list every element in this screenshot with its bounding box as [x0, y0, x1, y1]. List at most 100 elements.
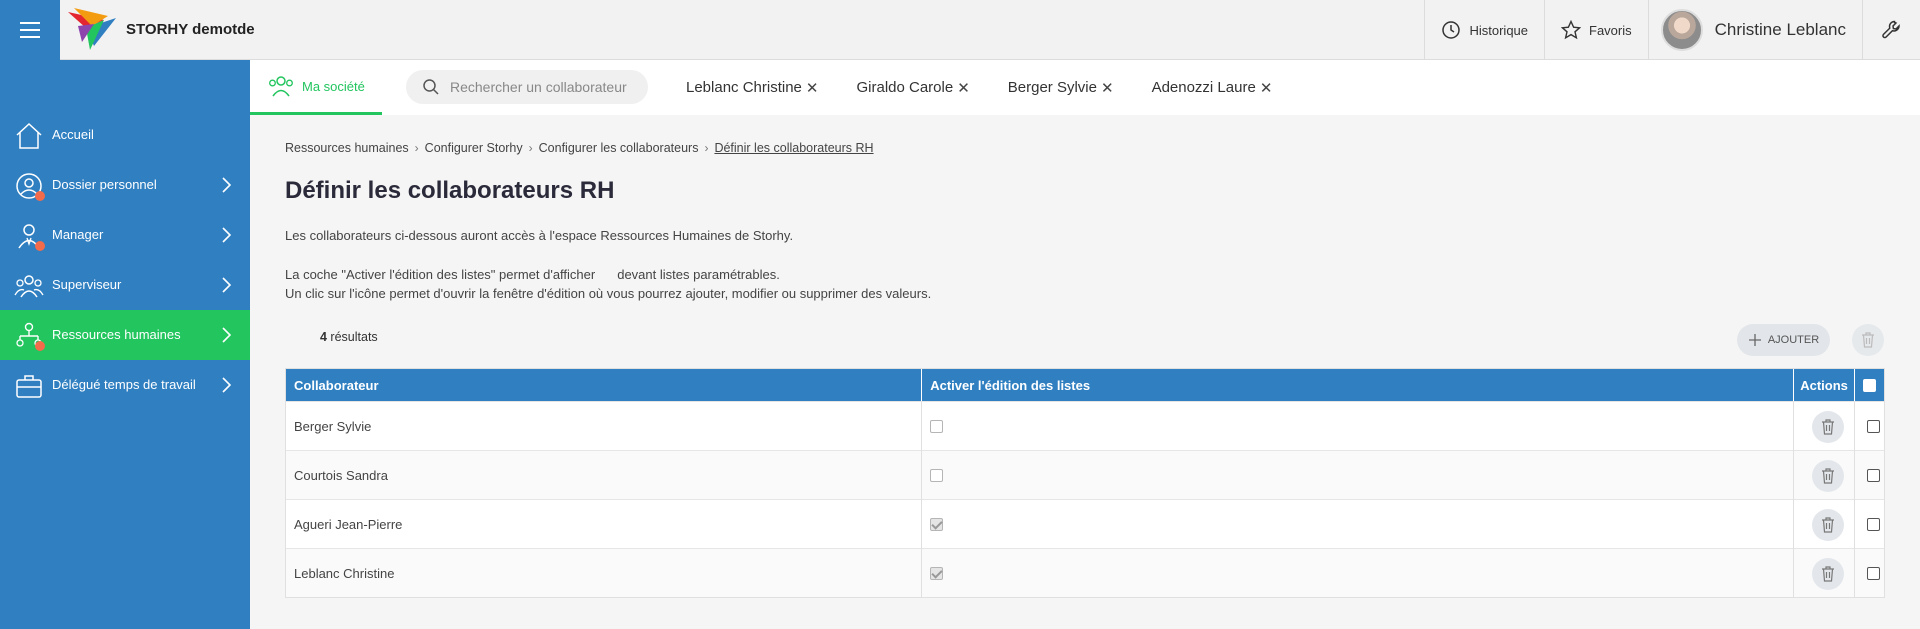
avatar — [1660, 9, 1703, 51]
results-count: 4 résultats — [320, 330, 378, 344]
table-row: Leblanc Christine — [286, 548, 1884, 598]
collaborator-chip[interactable]: Leblanc Christine ✕ — [686, 79, 818, 97]
add-button[interactable]: AJOUTER — [1737, 324, 1830, 356]
row-select-checkbox[interactable] — [1867, 518, 1881, 531]
collaborators-table: Collaborateur Activer l'édition des list… — [285, 368, 1885, 598]
delete-row-button[interactable] — [1812, 557, 1845, 590]
sidebar-item-label: Délégué temps de travail — [52, 377, 196, 392]
notification-dot — [35, 341, 45, 351]
edition-cell — [922, 500, 1795, 549]
breadcrumb-item[interactable]: Configurer Storhy — [425, 141, 523, 155]
table-row: Berger Sylvie — [286, 401, 1884, 451]
row-select-checkbox[interactable] — [1867, 420, 1881, 433]
delete-selected-button[interactable] — [1852, 324, 1884, 356]
notification-dot — [35, 191, 45, 201]
chevron-right-icon — [222, 377, 232, 393]
user-menu[interactable]: Christine Leblanc — [1647, 0, 1862, 60]
sidebar-item-delegue-temps-de-travail[interactable]: Délégué temps de travail — [0, 360, 250, 410]
collaborator-name: Leblanc Christine — [286, 549, 923, 598]
chevron-right-icon: › — [528, 141, 533, 155]
search-input[interactable] — [450, 79, 630, 95]
delete-row-button[interactable] — [1812, 459, 1845, 492]
group-icon — [14, 271, 44, 301]
select-cell — [1855, 451, 1884, 500]
favoris-button[interactable]: Favoris — [1544, 0, 1648, 60]
edition-cell — [922, 402, 1795, 451]
description-line: Les collaborateurs ci-dessous auront acc… — [285, 228, 794, 243]
briefcase-icon — [14, 371, 44, 401]
add-button-label: AJOUTER — [1767, 334, 1820, 346]
star-icon — [1561, 20, 1582, 40]
tab-ma-societe[interactable]: Ma société — [250, 60, 382, 115]
sidebar-item-label: Manager — [52, 227, 104, 242]
collaborator-chip[interactable]: Giraldo Carole ✕ — [856, 79, 969, 97]
column-header-edition: Activer l'édition des listes — [922, 369, 1795, 401]
user-name: Christine Leblanc — [1714, 20, 1846, 39]
sidebar-item-accueil[interactable]: Accueil — [0, 110, 250, 160]
delete-row-button[interactable] — [1812, 410, 1845, 443]
column-header-actions: Actions — [1794, 369, 1856, 401]
close-icon[interactable]: ✕ — [957, 79, 970, 97]
favoris-label: Favoris — [1589, 22, 1632, 38]
description-line: La coche "Activer l'édition des listes" … — [285, 267, 780, 282]
app-name: STORHY demotde — [126, 21, 255, 38]
sidebar: Accueil Dossier personnel Manager Superv… — [0, 60, 250, 629]
results-label: résultats — [326, 330, 378, 344]
historique-label: Historique — [1469, 22, 1529, 38]
column-header-select — [1855, 369, 1884, 401]
chip-label: Giraldo Carole — [856, 79, 954, 96]
storhy-logo — [68, 8, 116, 50]
edition-checkbox[interactable] — [930, 420, 944, 433]
home-icon — [14, 121, 44, 151]
table-header: Collaborateur Activer l'édition des list… — [286, 369, 1884, 401]
trash-icon — [1822, 418, 1835, 435]
sidebar-item-ressources-humaines[interactable]: Ressources humaines — [0, 310, 250, 360]
edition-cell — [922, 549, 1795, 598]
page-title: Définir les collaborateurs RH — [285, 177, 615, 204]
notification-dot — [35, 241, 45, 251]
menu-button[interactable] — [0, 0, 60, 60]
close-icon[interactable]: ✕ — [1101, 79, 1114, 97]
breadcrumb-item[interactable]: Ressources humaines — [285, 141, 409, 155]
trash-icon — [1862, 332, 1874, 348]
breadcrumb: Ressources humaines › Configurer Storhy … — [285, 141, 874, 155]
plus-icon — [1748, 334, 1761, 346]
close-icon[interactable]: ✕ — [1260, 79, 1273, 97]
search-box — [406, 70, 648, 104]
sidebar-item-superviseur[interactable]: Superviseur — [0, 260, 250, 310]
chevron-right-icon — [222, 177, 232, 193]
sidebar-item-label: Accueil — [52, 127, 94, 142]
delete-row-button[interactable] — [1812, 508, 1845, 541]
collaborator-chip[interactable]: Berger Sylvie ✕ — [1008, 79, 1114, 97]
actions-cell — [1794, 500, 1856, 549]
team-icon — [269, 76, 293, 97]
sidebar-item-dossier-personnel[interactable]: Dossier personnel — [0, 160, 250, 210]
select-all-checkbox[interactable] — [1863, 378, 1877, 392]
hamburger-icon — [20, 22, 40, 38]
chevron-right-icon — [222, 277, 232, 293]
edition-checkbox[interactable] — [930, 469, 944, 482]
historique-button[interactable]: Historique — [1424, 0, 1544, 60]
collaborator-chip[interactable]: Adenozzi Laure ✕ — [1152, 79, 1273, 97]
edition-checkbox[interactable] — [930, 567, 944, 580]
edition-checkbox[interactable] — [930, 518, 944, 531]
top-bar: STORHY demotde Historique Favoris Christ… — [0, 0, 1920, 60]
tab-ma-societe-label: Ma société — [302, 78, 365, 94]
actions-cell — [1794, 451, 1856, 500]
collaborator-name: Berger Sylvie — [286, 402, 923, 451]
sidebar-item-label: Superviseur — [52, 277, 122, 292]
row-select-checkbox[interactable] — [1867, 469, 1881, 482]
settings-button[interactable] — [1862, 0, 1920, 60]
chevron-right-icon — [222, 327, 232, 343]
breadcrumb-item[interactable]: Configurer les collaborateurs — [539, 141, 699, 155]
sidebar-item-manager[interactable]: Manager — [0, 210, 250, 260]
trash-icon — [1822, 516, 1835, 533]
main-content: Ressources humaines › Configurer Storhy … — [250, 115, 1920, 629]
row-select-checkbox[interactable] — [1867, 567, 1881, 580]
chevron-right-icon: › — [414, 141, 419, 155]
breadcrumb-current[interactable]: Définir les collaborateurs RH — [714, 141, 873, 155]
actions-cell — [1794, 402, 1856, 451]
sidebar-item-label: Dossier personnel — [52, 177, 157, 192]
close-icon[interactable]: ✕ — [806, 79, 819, 97]
chip-label: Leblanc Christine — [686, 79, 802, 96]
